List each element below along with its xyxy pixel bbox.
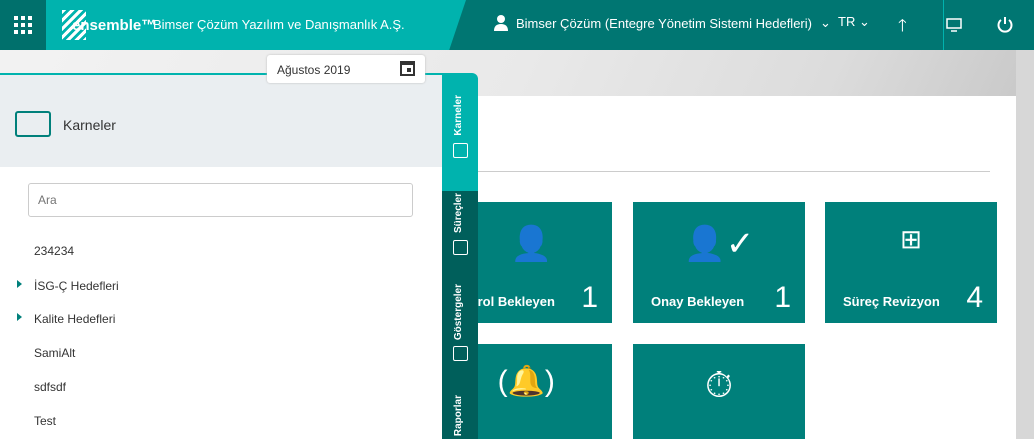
user-menu[interactable]: Bimser Çözüm (Entegre Yönetim Sistemi He… [494, 15, 831, 31]
monitor-icon[interactable] [946, 18, 962, 32]
user-eye-icon: 👤 [510, 225, 553, 263]
list-item[interactable]: Test [34, 414, 56, 428]
scorecard-icon [15, 111, 51, 137]
chevron-down-icon: ⌄ [819, 15, 831, 30]
process-version-icon: ⊞ [900, 224, 922, 254]
list-item[interactable]: 234234 [34, 244, 74, 258]
list-item[interactable]: sdfsdf [34, 380, 66, 394]
tile-timer[interactable]: ⏱ [633, 344, 805, 439]
panel-title: Karneler [63, 117, 116, 133]
scrollbar[interactable] [1016, 50, 1034, 439]
tab-raporlar[interactable]: Raporlar [442, 380, 478, 439]
logo[interactable]: ensemble™ [62, 10, 156, 40]
indicator-icon [453, 346, 468, 361]
tile-process-revision[interactable]: ⊞ Süreç Revizyon 4 [825, 202, 997, 323]
power-icon[interactable] [997, 16, 1013, 33]
tab-surecler[interactable]: Süreçler [442, 185, 478, 280]
language-select[interactable]: TR ⌄ [838, 14, 870, 30]
user-icon [494, 15, 508, 31]
expand-arrow-icon[interactable] [17, 313, 22, 321]
user-check-icon: 👤✓ [683, 225, 755, 263]
scorecard-icon [453, 143, 468, 158]
tile-approval-pending[interactable]: 👤✓ Onay Bekleyen 1 [633, 202, 805, 323]
grid-icon [14, 16, 32, 34]
calendar-icon[interactable] [400, 61, 415, 76]
tile-notifications[interactable]: (🔔) [478, 344, 612, 439]
bell-icon: (🔔) [497, 365, 555, 398]
list-item[interactable]: İSG-Ç Hedefleri [17, 279, 119, 293]
top-header: ensemble™ Bimser Çözüm Yazılım ve Danışm… [0, 0, 1034, 50]
tab-karneler[interactable]: Karneler [442, 73, 478, 191]
date-picker[interactable]: Ağustos 2019 [267, 55, 425, 83]
search-input[interactable] [28, 183, 413, 217]
arrow-up-icon[interactable]: 🡑 [898, 13, 907, 42]
company-name: Bimser Çözüm Yazılım ve Danışmanlık A.Ş. [153, 17, 405, 32]
scorecard-panel: Karneler 234234 İSG-Ç Hedefleri Kalite H… [0, 73, 442, 439]
app-grid-button[interactable] [0, 0, 46, 50]
list-item[interactable]: Kalite Hedefleri [17, 312, 115, 326]
tab-gostergeler[interactable]: Göstergeler [442, 280, 478, 380]
expand-arrow-icon[interactable] [17, 280, 22, 288]
process-icon [453, 240, 468, 255]
stopwatch-icon: ⏱ [704, 364, 734, 405]
tile-control-pending[interactable]: 👤 Kontrol Bekleyen 1 [478, 202, 612, 323]
list-item[interactable]: SamiAlt [34, 346, 75, 360]
